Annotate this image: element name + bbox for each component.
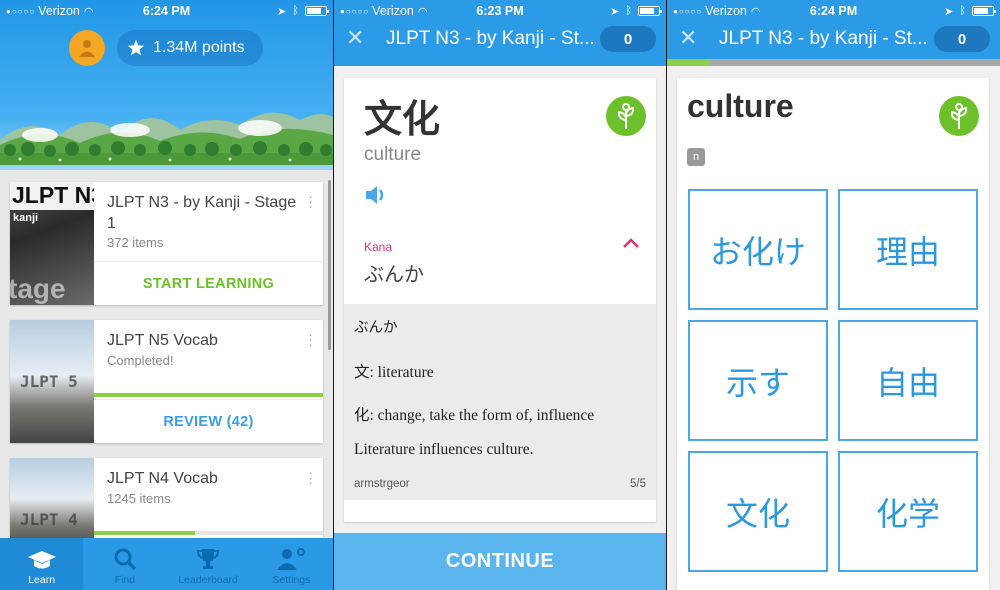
score-pill: 0 <box>600 26 656 52</box>
mnemonic-line: Literature influences culture. <box>354 441 534 458</box>
word-card: 文化 culture Kana ぶんか ぶんか 文: literature 化:… <box>344 78 656 522</box>
start-learning-button[interactable]: START LEARNING <box>94 261 323 305</box>
status-bar: ●○○○○ Verizon ◠ 6:24 PM ➤ ᛒ <box>0 0 333 22</box>
word-meaning: culture <box>364 144 422 165</box>
course-card[interactable]: JLPT 5 JLPT N5 Vocab Completed! · · · REVI… <box>10 320 323 443</box>
points-label: 1.34M points <box>153 39 245 56</box>
wifi-icon: ◠ <box>83 5 94 18</box>
mnemonic-line: ぶんか <box>354 320 398 336</box>
scenery-banner <box>0 112 333 165</box>
user-gear-icon <box>277 548 306 570</box>
tab-leaderboard[interactable]: Leaderboard <box>167 538 250 590</box>
location-icon: ➤ <box>610 5 620 18</box>
tab-settings[interactable]: Settings <box>250 538 333 590</box>
quiz-screen: ✕ JLPT N3 - by Kanji - St... 0 ●○○○○ Ver… <box>667 0 1000 590</box>
carrier-label: Verizon <box>38 4 80 18</box>
sprout-icon <box>939 96 979 136</box>
mnemonic-count: 5/5 <box>630 478 646 490</box>
mnemonic-panel: ぶんか 文: literature 化: change, take the fo… <box>344 304 656 500</box>
mnemonic-author[interactable]: armstrgeor <box>354 478 410 490</box>
learn-screen: ✕ JLPT N3 - by Kanji - St... 0 ●○○○○ Ver… <box>334 0 666 590</box>
word-kanji: 文化 <box>364 97 441 141</box>
status-bar: ●○○○○ Verizon ◠ 6:24 PM ➤ ᛒ <box>667 0 1000 22</box>
mnemonic-line: 化: change, take the form of, influence <box>354 407 595 424</box>
carrier-label: Verizon <box>705 4 747 18</box>
search-icon <box>114 548 137 571</box>
signal-icon: ●○○○○ <box>673 6 703 16</box>
user-icon <box>79 40 95 57</box>
course-subtitle: 372 items <box>107 235 164 250</box>
quiz-prompt: culture <box>687 88 794 124</box>
bluetooth-icon: ᛒ <box>625 5 632 17</box>
sprout-icon <box>606 96 646 136</box>
course-thumbnail: JLPT 4 <box>10 458 94 548</box>
kana-label: Kana <box>364 240 393 254</box>
answer-choice[interactable]: 自由 <box>838 320 978 441</box>
course-progress-bar <box>94 531 323 535</box>
battery-icon <box>305 6 329 16</box>
kana-reading: ぶんか <box>364 262 424 286</box>
carrier-label: Verizon <box>372 4 414 18</box>
course-card[interactable]: JLPT N3 kanji tage JLPT N3 - by Kanji - … <box>10 182 323 305</box>
tab-find[interactable]: Find <box>83 538 166 590</box>
session-progress-bar <box>667 59 1000 66</box>
chevron-up-icon[interactable] <box>622 236 640 254</box>
score-pill: 0 <box>934 26 990 52</box>
quiz-card: culture n お化け 理由 示す 自由 文化 化学 <box>677 78 989 590</box>
course-progress-bar <box>94 393 323 397</box>
points-pill[interactable]: 1.34M points <box>117 30 263 66</box>
signal-icon: ●○○○○ <box>6 6 36 16</box>
battery-icon <box>972 6 996 16</box>
session-title: JLPT N3 - by Kanji - St... <box>719 28 928 49</box>
tab-bar: Learn Find Leaderboard Settings <box>0 538 333 590</box>
course-title: JLPT N3 - by Kanji - Stage 1 <box>107 194 297 232</box>
course-thumbnail: JLPT 5 <box>10 320 94 443</box>
speaker-icon[interactable] <box>364 184 388 211</box>
signal-icon: ●○○○○ <box>340 6 370 16</box>
continue-button[interactable]: CONTINUE <box>334 533 666 590</box>
location-icon: ➤ <box>277 5 287 18</box>
star-icon <box>127 39 145 56</box>
avatar[interactable] <box>69 30 105 66</box>
wifi-icon: ◠ <box>417 5 428 18</box>
part-of-speech-badge: n <box>687 148 705 166</box>
wifi-icon: ◠ <box>750 5 761 18</box>
mnemonic-line: 文: literature <box>354 364 434 381</box>
graduation-cap-icon <box>27 551 56 569</box>
course-title: JLPT N5 Vocab <box>107 332 218 349</box>
answer-choice[interactable]: 文化 <box>688 451 828 572</box>
answer-choice[interactable]: 理由 <box>838 189 978 310</box>
more-options-icon[interactable]: · · · <box>308 465 313 489</box>
course-card[interactable]: JLPT 4 JLPT N4 Vocab 1245 items · · · <box>10 458 323 548</box>
course-subtitle: Completed! <box>107 353 174 368</box>
course-thumbnail: JLPT N3 kanji tage <box>10 182 94 305</box>
tab-learn[interactable]: Learn <box>0 538 84 590</box>
status-bar: ●○○○○ Verizon ◠ 6:23 PM ➤ ᛒ <box>334 0 666 22</box>
bluetooth-icon: ᛒ <box>292 5 299 17</box>
course-subtitle: 1245 items <box>107 491 171 506</box>
course-title: JLPT N4 Vocab <box>107 470 218 487</box>
session-title: JLPT N3 - by Kanji - St... <box>386 28 595 49</box>
answer-choice[interactable]: お化け <box>688 189 828 310</box>
home-header <box>0 0 333 170</box>
answer-choice[interactable]: 化学 <box>838 451 978 572</box>
battery-icon <box>638 6 662 16</box>
scrollbar[interactable] <box>328 180 331 350</box>
bluetooth-icon: ᛒ <box>959 5 966 17</box>
review-button[interactable]: REVIEW (42) <box>94 399 323 443</box>
answer-choice[interactable]: 示す <box>688 320 828 441</box>
home-screen: ●○○○○ Verizon ◠ 6:24 PM ➤ ᛒ 1.34M points … <box>0 0 333 590</box>
trophy-icon <box>197 549 220 569</box>
close-icon[interactable]: ✕ <box>679 27 697 49</box>
close-icon[interactable]: ✕ <box>346 27 364 49</box>
more-options-icon[interactable]: · · · <box>308 189 313 213</box>
location-icon: ➤ <box>944 5 954 18</box>
more-options-icon[interactable]: · · · <box>308 327 313 351</box>
